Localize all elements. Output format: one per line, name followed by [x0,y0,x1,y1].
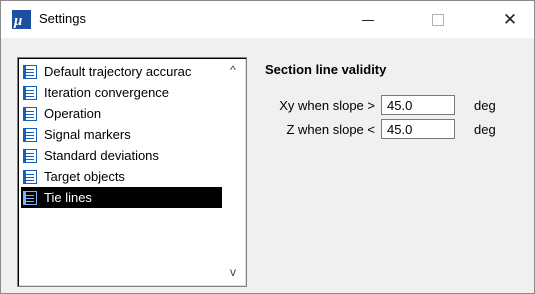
tree-item-label: Signal markers [44,127,131,142]
section-title: Section line validity [265,62,387,77]
list-document-icon [23,169,37,184]
svg-text:μ: μ [13,13,22,29]
list-document-icon [23,85,37,100]
tree-item-label: Target objects [44,169,125,184]
minimize-button[interactable] [345,1,391,38]
chevron-down-icon: v [230,265,236,279]
mu-app-icon: μ [12,10,31,29]
settings-category-tree[interactable]: Default trajectory accurac Iteration conv… [17,57,247,287]
scroll-up-button[interactable]: ^ [223,60,243,80]
tree-item[interactable]: Signal markers [21,124,222,145]
title-bar[interactable]: μ Settings ✕ [1,1,534,38]
list-document-icon [23,64,37,79]
xy-slope-unit: deg [474,98,496,113]
window-title: Settings [39,11,86,26]
maximize-button[interactable] [415,1,461,38]
z-slope-unit: deg [474,122,496,137]
scroll-down-button[interactable]: v [223,262,243,282]
tree-item-label: Operation [44,106,102,121]
tree-scrollbar[interactable]: ^ v [223,60,243,284]
settings-window: μ Settings ✕ Default trajectory accurac I… [0,0,535,294]
tree-item[interactable]: Iteration convergence [21,82,222,103]
list-document-icon [23,190,37,205]
tree-item-label: Iteration convergence [44,85,170,100]
tree-item[interactable]: Tie lines [21,187,222,208]
tree-item[interactable]: Default trajectory accurac [21,61,222,82]
tree-item[interactable]: Target objects [21,166,222,187]
minimize-icon [362,20,374,21]
tree-item-label: Default trajectory accurac [44,64,192,79]
maximize-icon [432,13,444,26]
list-document-icon [23,127,37,142]
settings-body: Default trajectory accurac Iteration conv… [1,38,534,293]
z-slope-input[interactable] [381,119,455,139]
tree-item-label: Tie lines [44,190,92,205]
tree-item[interactable]: Standard deviations [21,145,222,166]
close-button[interactable]: ✕ [487,1,533,38]
tree-item-label: Standard deviations [44,148,159,163]
close-icon: ✕ [502,9,518,29]
tree-item-list: Default trajectory accurac Iteration conv… [21,61,222,208]
list-document-icon [23,106,37,121]
xy-slope-input[interactable] [381,95,455,115]
tree-item[interactable]: Operation [21,103,222,124]
chevron-up-icon: ^ [230,63,236,77]
list-document-icon [23,148,37,163]
xy-slope-label: Xy when slope > [279,98,375,113]
z-slope-label: Z when slope < [286,122,375,137]
